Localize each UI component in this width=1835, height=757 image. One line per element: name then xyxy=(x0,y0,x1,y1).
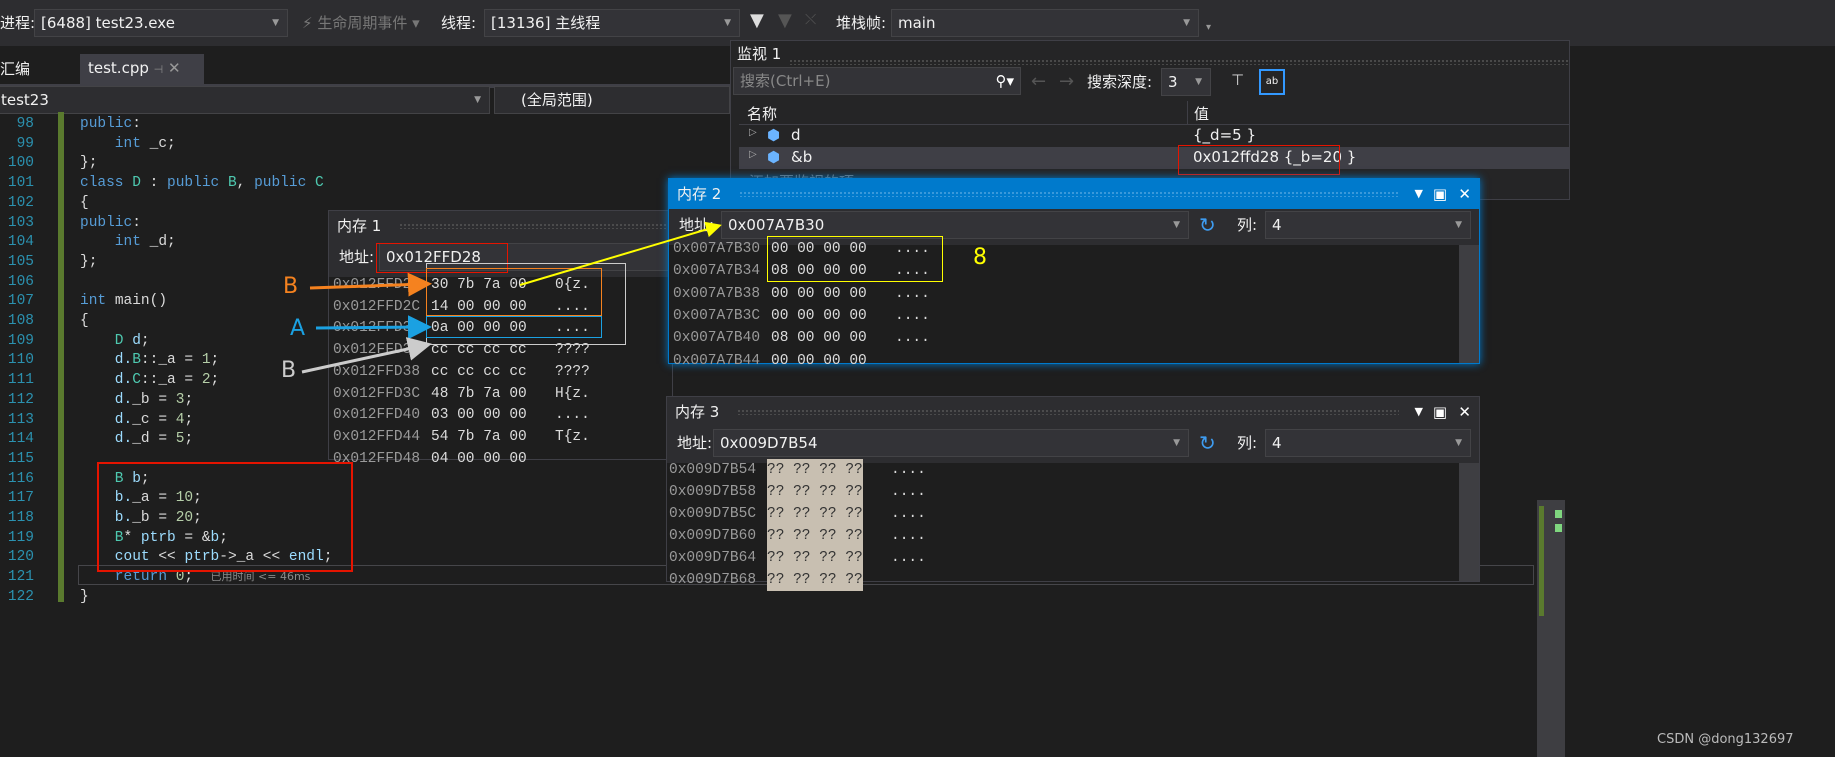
arrow-a-blue xyxy=(315,315,432,340)
arrow-b-gray xyxy=(301,337,432,374)
annotation-arrows xyxy=(301,221,722,374)
watermark: CSDN @dong132697 xyxy=(1657,732,1794,747)
annotation-b-orange: B xyxy=(283,274,299,299)
annotation-a-blue: A xyxy=(290,316,306,341)
arrow-vtable-yellow xyxy=(519,221,722,286)
annotation-eight: 8 xyxy=(973,245,987,270)
arrow-b-orange xyxy=(309,272,432,297)
annotation-b-gray: B xyxy=(281,358,297,383)
